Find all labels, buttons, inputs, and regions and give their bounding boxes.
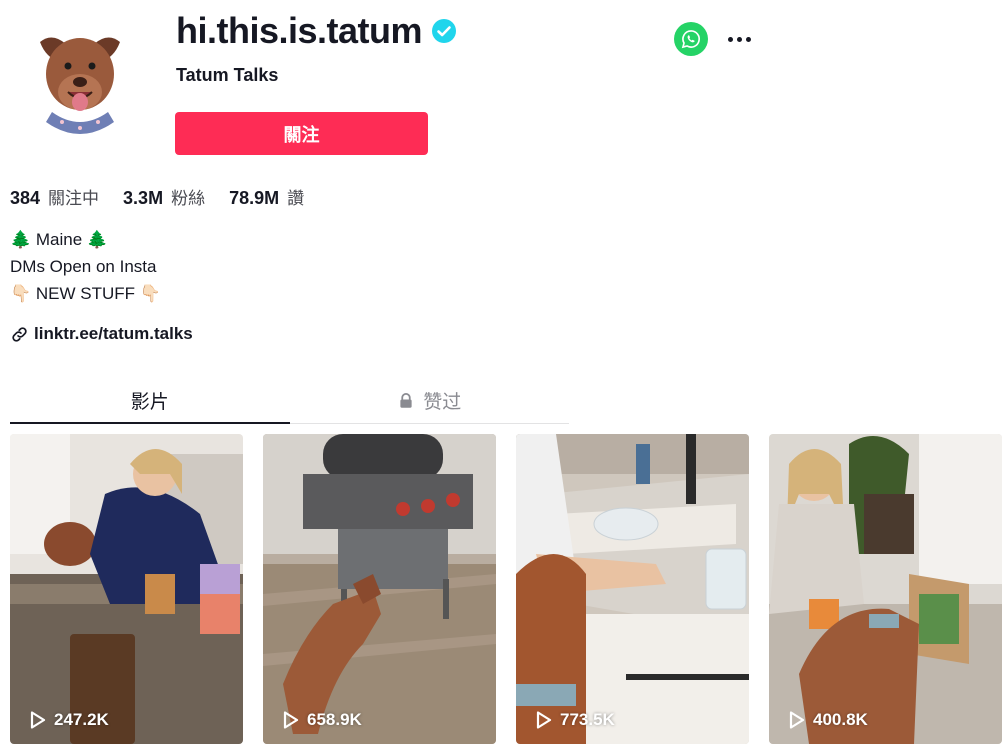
username: hi.this.is.tatum xyxy=(176,10,423,51)
video-card[interactable]: 400.8K xyxy=(769,434,1002,744)
avatar[interactable] xyxy=(22,22,138,138)
play-icon xyxy=(536,711,552,729)
bio-line: 👇🏻 NEW STUFF 👇🏻 xyxy=(10,284,161,303)
username-row: hi.this.is.tatum xyxy=(176,10,457,52)
bio-link[interactable]: linktr.ee/tatum.talks xyxy=(11,324,193,344)
stat-followers[interactable]: 3.3M 粉絲 xyxy=(123,184,205,209)
video-grid: 247.2K 658.9K 773.5K 400.8K xyxy=(10,434,1003,744)
video-thumbnail xyxy=(263,434,496,744)
stat-value: 384 xyxy=(10,188,41,208)
link-icon xyxy=(12,326,27,342)
view-count-text: 658.9K xyxy=(307,710,362,729)
whatsapp-share-button[interactable] xyxy=(674,22,708,56)
stat-following[interactable]: 384 關注中 xyxy=(10,184,99,209)
stat-label: 粉絲 xyxy=(171,189,206,209)
profile-stats: 384 關注中 3.3M 粉絲 78.9M 讚 xyxy=(10,184,328,209)
nickname: Tatum Talks xyxy=(176,65,279,85)
video-card[interactable]: 773.5K xyxy=(516,434,749,744)
follow-button[interactable]: 關注 xyxy=(175,112,428,155)
bio-line: DMs Open on Insta xyxy=(10,257,157,276)
view-count-text: 247.2K xyxy=(54,710,109,729)
tab-videos-label: 影片 xyxy=(130,391,169,413)
video-thumbnail xyxy=(769,434,1002,744)
stat-label: 關注中 xyxy=(48,189,100,209)
profile-tabs: 影片 赞过 xyxy=(10,378,569,424)
bio-line: 🌲 Maine 🌲 xyxy=(10,230,109,249)
stat-value: 78.9M xyxy=(229,188,280,208)
view-count-text: 773.5K xyxy=(560,710,615,729)
stat-value: 3.3M xyxy=(123,188,164,208)
bio: 🌲 Maine 🌲 DMs Open on Insta 👇🏻 NEW STUFF… xyxy=(10,226,161,307)
video-card[interactable]: 247.2K xyxy=(10,434,243,744)
view-count-text: 400.8K xyxy=(813,710,868,729)
view-count: 400.8K xyxy=(789,710,868,730)
video-card[interactable]: 658.9K xyxy=(263,434,496,744)
lock-icon xyxy=(400,392,412,408)
stat-label: 讚 xyxy=(287,189,305,209)
tab-videos[interactable]: 影片 xyxy=(10,378,290,424)
bio-link-text: linktr.ee/tatum.talks xyxy=(34,324,193,343)
more-options-icon xyxy=(727,36,733,42)
view-count: 658.9K xyxy=(283,710,362,730)
view-count: 247.2K xyxy=(30,710,109,730)
play-icon xyxy=(30,711,46,729)
more-options-button[interactable] xyxy=(722,24,756,54)
tab-liked[interactable]: 赞过 xyxy=(290,378,570,423)
whatsapp-icon xyxy=(681,30,700,49)
play-icon xyxy=(283,711,299,729)
video-thumbnail xyxy=(10,434,243,744)
tab-liked-label: 赞过 xyxy=(423,391,462,413)
stat-likes: 78.9M 讚 xyxy=(229,184,304,209)
play-icon xyxy=(789,711,805,729)
video-thumbnail xyxy=(516,434,749,744)
verified-badge-icon xyxy=(432,19,457,43)
view-count: 773.5K xyxy=(536,710,615,730)
